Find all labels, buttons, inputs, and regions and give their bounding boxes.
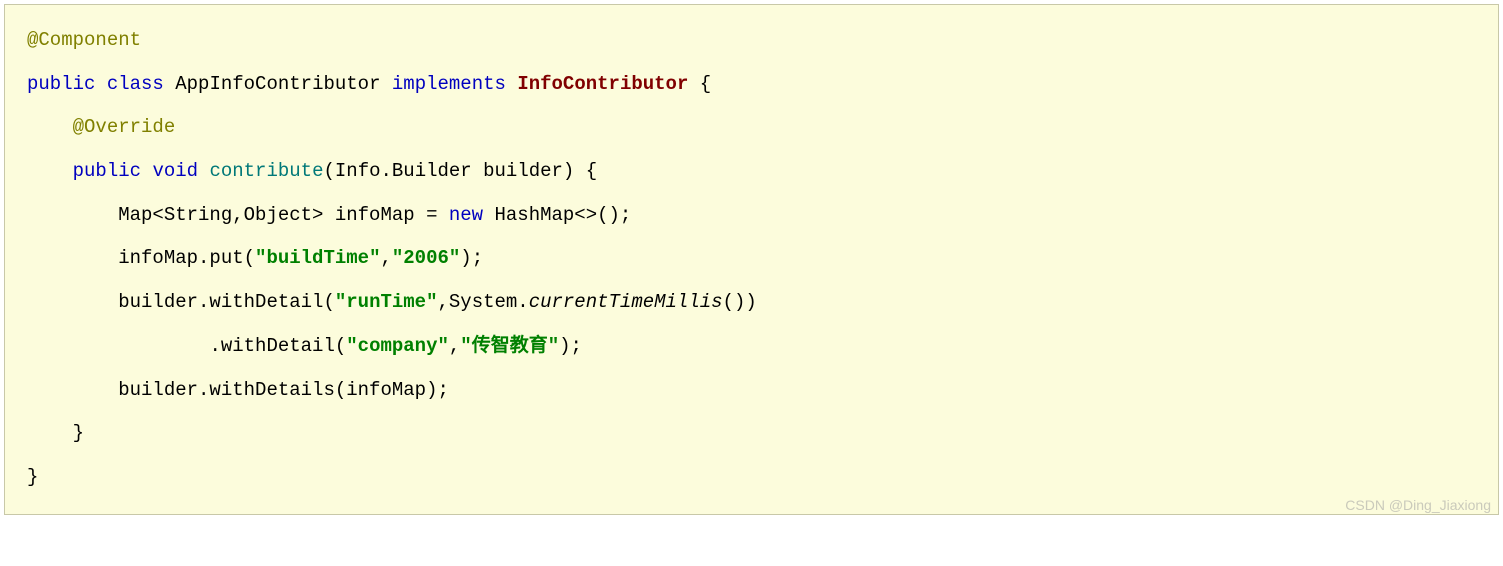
keyword-class: class	[107, 73, 164, 95]
indent	[27, 335, 209, 357]
class-name: AppInfoContributor	[164, 73, 392, 95]
code-text: builder.withDetail(	[118, 291, 335, 313]
method-params: (Info.Builder builder) {	[323, 160, 597, 182]
code-text: HashMap<>();	[483, 204, 631, 226]
code-text: ())	[723, 291, 757, 313]
keyword-public: public	[27, 73, 95, 95]
indent	[27, 204, 118, 226]
interface-name: InfoContributor	[517, 73, 688, 95]
string-literal: "buildTime"	[255, 247, 380, 269]
string-literal: "传智教育"	[460, 335, 559, 357]
comma: ,	[449, 335, 460, 357]
comma: ,	[380, 247, 391, 269]
code-text: );	[559, 335, 582, 357]
method-name: contribute	[209, 160, 323, 182]
string-literal: "runTime"	[335, 291, 438, 313]
string-literal: "2006"	[392, 247, 460, 269]
keyword-implements: implements	[392, 73, 506, 95]
brace-open: {	[688, 73, 711, 95]
static-method: currentTimeMillis	[529, 291, 723, 313]
code-text: infoMap.put(	[118, 247, 255, 269]
brace-close: }	[73, 422, 84, 444]
indent	[27, 379, 118, 401]
keyword-new: new	[449, 204, 483, 226]
keyword-public: public	[73, 160, 141, 182]
code-text: .withDetail(	[209, 335, 346, 357]
code-text: ,System.	[437, 291, 528, 313]
keyword-void: void	[152, 160, 198, 182]
indent	[27, 247, 118, 269]
indent	[27, 116, 73, 138]
indent	[27, 291, 118, 313]
code-text: Map<String,Object> infoMap =	[118, 204, 449, 226]
string-literal: "company"	[346, 335, 449, 357]
annotation-component: @Component	[27, 29, 141, 51]
code-text: builder.withDetails(infoMap);	[118, 379, 449, 401]
code-block: @Component public class AppInfoContribut…	[4, 4, 1499, 515]
annotation-override: @Override	[73, 116, 176, 138]
brace-close: }	[27, 466, 38, 488]
indent	[27, 422, 73, 444]
code-text: );	[460, 247, 483, 269]
indent	[27, 160, 73, 182]
